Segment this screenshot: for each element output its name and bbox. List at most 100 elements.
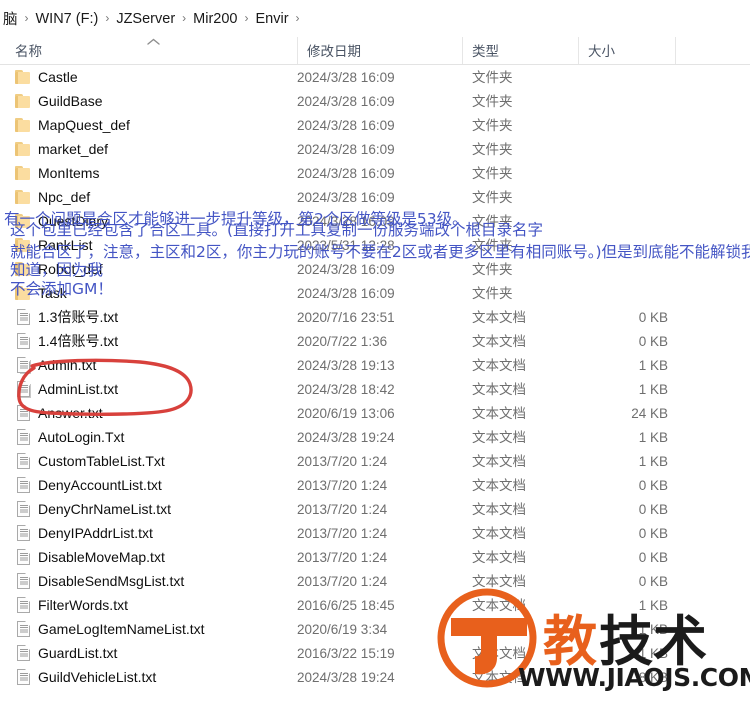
- file-row[interactable]: DenyIPAddrList.txt2013/7/20 1:24文本文档0 KB: [0, 521, 750, 545]
- file-name-cell[interactable]: Castle: [0, 65, 78, 89]
- file-row[interactable]: Npc_def2024/3/28 16:09文件夹: [0, 185, 750, 209]
- file-row[interactable]: GuildBase2024/3/28 16:09文件夹: [0, 89, 750, 113]
- file-type-cell: 文件夹: [472, 161, 513, 185]
- txt-icon: [12, 645, 34, 661]
- file-date-cell: 2013/7/20 1:24: [297, 569, 387, 593]
- file-name-cell[interactable]: AutoLogin.Txt: [0, 425, 124, 449]
- file-size-cell: [578, 185, 668, 209]
- breadcrumb-item-1[interactable]: WIN7 (F:): [35, 11, 100, 27]
- folder-icon: [12, 94, 34, 108]
- file-row[interactable]: MapQuest_def2024/3/28 16:09文件夹: [0, 113, 750, 137]
- file-name-cell[interactable]: DenyChrNameList.txt: [0, 497, 171, 521]
- file-row[interactable]: 1.4倍账号.txt2020/7/22 1:36文本文档0 KB: [0, 329, 750, 353]
- file-date-cell: 2024/3/28 16:09: [297, 281, 395, 305]
- file-date-cell: 2013/7/20 1:24: [297, 497, 387, 521]
- file-row[interactable]: Task2024/3/28 16:09文件夹: [0, 281, 750, 305]
- file-name-cell[interactable]: Answer.txt: [0, 401, 103, 425]
- file-name-label: MonItems: [38, 165, 99, 181]
- file-row[interactable]: QuestDiary2024/3/28 16:09文件夹: [0, 209, 750, 233]
- file-type-cell: 文本文档: [472, 377, 526, 401]
- file-type-cell: 文本文档: [472, 569, 526, 593]
- file-row[interactable]: GameLogItemNameList.txt2020/6/19 3:34文本文…: [0, 617, 750, 641]
- file-size-cell: 1 KB: [578, 377, 668, 401]
- column-header-size[interactable]: 大小: [578, 37, 675, 64]
- file-row[interactable]: market_def2024/3/28 16:09文件夹: [0, 137, 750, 161]
- column-header-date-modified[interactable]: 修改日期: [297, 37, 462, 64]
- file-name-cell[interactable]: FilterWords.txt: [0, 593, 128, 617]
- txt-icon: [12, 405, 34, 421]
- file-row[interactable]: MonItems2024/3/28 16:09文件夹: [0, 161, 750, 185]
- file-name-cell[interactable]: Robot_def: [0, 257, 103, 281]
- file-name-cell[interactable]: Admin.txt: [0, 353, 96, 377]
- file-date-cell: 2024/3/28 16:09: [297, 113, 395, 137]
- breadcrumb-item-3[interactable]: Mir200: [192, 11, 238, 27]
- file-row[interactable]: DenyChrNameList.txt2013/7/20 1:24文本文档0 K…: [0, 497, 750, 521]
- file-name-cell[interactable]: DisableMoveMap.txt: [0, 545, 165, 569]
- file-name-cell[interactable]: MonItems: [0, 161, 99, 185]
- file-name-label: 1.3倍账号.txt: [38, 307, 118, 327]
- file-date-cell: 2020/6/19 3:34: [297, 617, 387, 641]
- watermark-url: WWW.JIAOJS.COM: [518, 663, 750, 692]
- file-date-cell: 2024/3/28 19:24: [297, 665, 395, 689]
- file-name-cell[interactable]: RankList: [0, 233, 92, 257]
- file-name-cell[interactable]: 1.4倍账号.txt: [0, 329, 118, 353]
- file-name-label: RankList: [38, 237, 92, 253]
- file-name-cell[interactable]: DenyAccountList.txt: [0, 473, 162, 497]
- file-name-label: DisableSendMsgList.txt: [38, 573, 184, 589]
- chevron-right-icon: ›: [290, 12, 306, 24]
- file-size-cell: [578, 257, 668, 281]
- file-name-cell[interactable]: GameLogItemNameList.txt: [0, 617, 205, 641]
- file-name-cell[interactable]: Task: [0, 281, 67, 305]
- file-row[interactable]: AutoLogin.Txt2024/3/28 19:24文本文档1 KB: [0, 425, 750, 449]
- breadcrumb-item-0[interactable]: 脑: [2, 8, 19, 29]
- file-name-cell[interactable]: AdminList.txt: [0, 377, 118, 401]
- file-name-cell[interactable]: GuildBase: [0, 89, 103, 113]
- file-name-label: Task: [38, 285, 67, 301]
- file-type-cell: 文本文档: [472, 329, 526, 353]
- file-name-cell[interactable]: MapQuest_def: [0, 113, 130, 137]
- breadcrumb[interactable]: 脑 › WIN7 (F:) › JZServer › Mir200 › Envi…: [0, 0, 750, 37]
- breadcrumb-item-2[interactable]: JZServer: [115, 11, 176, 27]
- file-name-cell[interactable]: GuardList.txt: [0, 641, 117, 665]
- file-row[interactable]: 1.3倍账号.txt2020/7/16 23:51文本文档0 KB: [0, 305, 750, 329]
- file-date-cell: 2020/7/16 23:51: [297, 305, 395, 329]
- file-type-cell: 文件夹: [472, 89, 513, 113]
- txt-icon: [12, 525, 34, 541]
- txt-icon: [12, 669, 34, 685]
- file-type-cell: 文本文档: [472, 593, 526, 617]
- file-list[interactable]: Castle2024/3/28 16:09文件夹GuildBase2024/3/…: [0, 65, 750, 689]
- file-row[interactable]: DisableSendMsgList.txt 2013/7/20 1:24 文本文档…: [0, 569, 750, 593]
- file-size-cell: 1 KB: [578, 593, 668, 617]
- file-row[interactable]: Robot_def2024/3/28 16:09文件夹: [0, 257, 750, 281]
- txt-icon: [12, 381, 34, 397]
- file-row[interactable]: Admin.txt2024/3/28 19:13文本文档1 KB: [0, 353, 750, 377]
- file-row[interactable]: AdminList.txt2024/3/28 18:42文本文档1 KB: [0, 377, 750, 401]
- file-name-cell[interactable]: market_def: [0, 137, 108, 161]
- column-header-type[interactable]: 类型: [462, 37, 578, 64]
- file-name-cell[interactable]: CustomTableList.Txt: [0, 449, 165, 473]
- file-name-cell[interactable]: Npc_def: [0, 185, 90, 209]
- file-name-cell[interactable]: DenyIPAddrList.txt: [0, 521, 153, 545]
- file-row[interactable]: DenyAccountList.txt2013/7/20 1:24文本文档0 K…: [0, 473, 750, 497]
- breadcrumb-item-4[interactable]: Envir: [254, 11, 289, 27]
- file-name-cell[interactable]: 1.3倍账号.txt: [0, 305, 118, 329]
- file-row[interactable]: DisableMoveMap.txt2013/7/20 1:24文本文档0 KB: [0, 545, 750, 569]
- chevron-right-icon: ›: [176, 12, 192, 24]
- file-name-label: market_def: [38, 141, 108, 157]
- file-row[interactable]: Castle2024/3/28 16:09文件夹: [0, 65, 750, 89]
- file-size-cell: 1 KB: [578, 641, 668, 665]
- file-date-cell: 2024/3/28 16:09: [297, 209, 395, 233]
- file-type-cell: 文本文档: [472, 425, 526, 449]
- file-row[interactable]: CustomTableList.Txt2013/7/20 1:24文本文档1 K…: [0, 449, 750, 473]
- file-size-cell: [578, 233, 668, 257]
- folder-icon: [12, 214, 34, 228]
- file-name-cell[interactable]: DisableSendMsgList.txt: [0, 569, 184, 593]
- file-row[interactable]: GuardList.txt2016/3/22 15:19文本文档1 KB: [0, 641, 750, 665]
- file-name-cell[interactable]: GuildVehicleList.txt: [0, 665, 156, 689]
- file-size-cell: 0 KB: [578, 305, 668, 329]
- file-name-cell[interactable]: QuestDiary: [0, 209, 108, 233]
- file-name-label: GuildVehicleList.txt: [38, 669, 156, 685]
- file-row[interactable]: Answer.txt2020/6/19 13:06文本文档24 KB: [0, 401, 750, 425]
- file-row[interactable]: FilterWords.txt2016/6/25 18:45文本文档1 KB: [0, 593, 750, 617]
- file-row[interactable]: RankList2023/5/31 12:28文件夹: [0, 233, 750, 257]
